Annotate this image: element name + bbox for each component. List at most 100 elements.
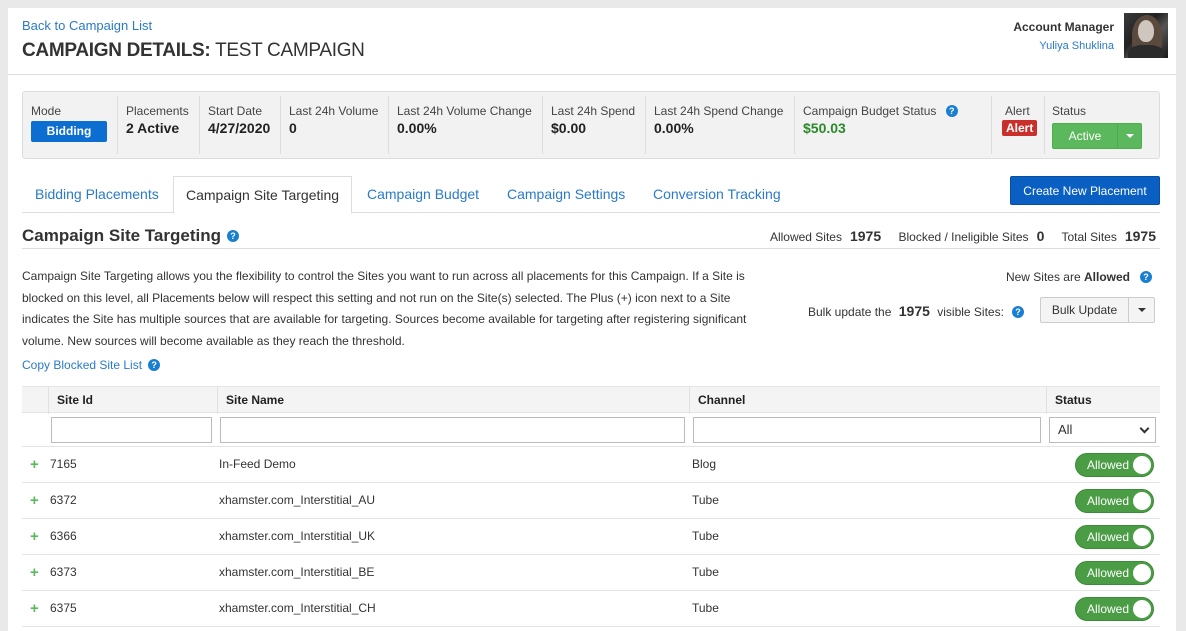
stat-mode-label: Mode [31,104,62,118]
section-title-text: Campaign Site Targeting [22,226,221,245]
create-new-placement-button[interactable]: Create New Placement [1010,176,1160,205]
site-status-toggle[interactable]: Allowed [1075,453,1154,477]
page-title: CAMPAIGN DETAILS: TEST CAMPAIGN [22,40,365,62]
header: Back to Campaign List CAMPAIGN DETAILS: … [8,8,1176,75]
new-sites-value: Allowed [1083,270,1130,284]
expand-sources-plus-icon[interactable]: + [30,555,39,591]
stat-start-date-value: 4/27/2020 [208,120,271,136]
help-icon[interactable]: ? [1011,306,1024,318]
stat-alert: Alert Alert [1002,104,1038,136]
new-sites-label: New Sites are [1005,270,1081,284]
site-id-cell: 6366 [50,529,77,543]
account-manager-avatar [1124,13,1168,58]
table-header: Site Id Site Name Channel Status [22,386,1160,414]
channel-cell: Tube [692,529,719,543]
alert-badge[interactable]: Alert [1002,120,1038,136]
stat-budget-status-label: Campaign Budget Status [803,104,937,118]
expand-sources-plus-icon[interactable]: + [30,447,39,483]
site-status-toggle[interactable]: Allowed [1075,489,1154,513]
page-title-prefix: CAMPAIGN DETAILS: [22,40,211,61]
page: Back to Campaign List CAMPAIGN DETAILS: … [8,8,1176,631]
stat-mode: Mode Bidding [31,104,107,142]
expand-sources-plus-icon[interactable]: + [30,591,39,627]
bulk-update-button[interactable]: Bulk Update [1040,297,1155,323]
site-status-toggle[interactable]: Allowed [1075,561,1154,585]
column-header-site-id[interactable]: Site Id [48,387,217,414]
site-id-cell: 6375 [50,601,77,615]
table-row: + 6366 xhamster.com_Interstitial_UK Tube… [22,519,1160,555]
tab-bidding-placements[interactable]: Bidding Placements [35,176,159,213]
toggle-knob [1133,456,1151,474]
stat-volume-change: Last 24h Volume Change 0.00% [397,104,532,136]
site-status-toggle-label: Allowed [1087,602,1130,616]
toggle-knob [1133,600,1151,618]
column-header-site-name[interactable]: Site Name [217,387,689,414]
expand-sources-plus-icon[interactable]: + [30,519,39,555]
total-sites-count: 1975 [1124,228,1156,244]
site-name-cell: xhamster.com_Interstitial_AU [219,493,376,507]
stat-start-date-label: Start Date [208,104,263,118]
bulk-update-count: 1975 [898,303,930,319]
tab-bar: Bidding Placements Campaign Site Targeti… [22,176,1160,214]
help-icon[interactable]: ? [148,359,161,371]
channel-cell: Tube [692,493,719,507]
column-header-status[interactable]: Status [1046,387,1160,414]
bulk-update-prefix: Bulk update the [808,305,892,319]
toggle-knob [1133,564,1151,582]
filter-row: All [22,413,1160,447]
status-dropdown-button[interactable]: Active [1052,123,1142,149]
stat-budget-status-value: $50.03 [803,120,846,136]
stat-spend-value: $0.00 [551,120,587,136]
bulk-update-caret[interactable] [1128,298,1154,322]
status-filter-select[interactable]: All [1049,417,1156,443]
channel-cell: Blog [692,457,717,471]
site-id-cell: 6372 [50,493,77,507]
stat-alert-label: Alert [1005,104,1030,118]
tab-campaign-site-targeting[interactable]: Campaign Site Targeting [173,176,353,214]
back-to-campaign-list-link[interactable]: Back to Campaign List [22,18,152,33]
status-filter-value: All [1058,422,1073,437]
stat-status-label: Status [1052,104,1087,118]
mode-badge: Bidding [31,121,107,142]
site-status-toggle[interactable]: Allowed [1075,597,1154,621]
channel-filter-input[interactable] [693,417,1041,443]
stat-spend-change-value: 0.00% [654,120,694,136]
column-header-channel[interactable]: Channel [689,387,1046,414]
account-manager-name-link[interactable]: Yuliya Shuklina [1039,40,1114,52]
toggle-knob [1133,492,1151,510]
site-name-filter-input[interactable] [220,417,685,443]
copy-blocked-site-list: Copy Blocked Site List? [22,358,161,372]
toggle-knob [1133,528,1151,546]
blocked-sites-count: 0 [1036,228,1045,244]
page-title-campaign-name: TEST CAMPAIGN [215,40,365,61]
table-row: + 6373 xhamster.com_Interstitial_BE Tube… [22,555,1160,591]
stat-spend-change: Last 24h Spend Change 0.00% [654,104,783,136]
help-icon[interactable]: ? [1140,271,1152,283]
tab-campaign-budget[interactable]: Campaign Budget [367,176,479,213]
status-dropdown-caret[interactable] [1117,124,1141,148]
site-status-toggle[interactable]: Allowed [1075,525,1154,549]
site-name-cell: xhamster.com_Interstitial_CH [219,601,376,615]
site-id-filter-input[interactable] [51,417,212,443]
tab-conversion-tracking[interactable]: Conversion Tracking [653,176,781,213]
copy-blocked-site-list-link[interactable]: Copy Blocked Site List [22,358,142,372]
bulk-update-button-label: Bulk Update [1051,303,1118,317]
tab-campaign-settings[interactable]: Campaign Settings [507,176,625,213]
table-row: + 6375 xhamster.com_Interstitial_CH Tube… [22,591,1160,627]
chevron-down-icon [1139,423,1150,434]
allowed-sites-label: Allowed Sites [769,230,842,244]
help-icon[interactable]: ? [227,230,239,242]
new-sites-setting: New Sites are Allowed? [1006,270,1152,284]
expand-sources-plus-icon[interactable]: + [30,483,39,519]
sites-table: Site Id Site Name Channel Status All + 7… [22,386,1160,627]
blocked-sites-label: Blocked / Ineligible Sites [898,230,1029,244]
stat-placements-label: Placements [126,104,189,118]
stat-spend-change-label: Last 24h Spend Change [654,104,784,118]
stat-status: Status Active [1052,104,1147,149]
section-divider [22,248,1160,249]
help-icon[interactable]: ? [945,105,958,117]
channel-cell: Tube [692,565,719,579]
section-title: Campaign Site Targeting? [22,226,239,246]
site-status-toggle-label: Allowed [1087,566,1130,580]
site-status-toggle-label: Allowed [1087,494,1130,508]
